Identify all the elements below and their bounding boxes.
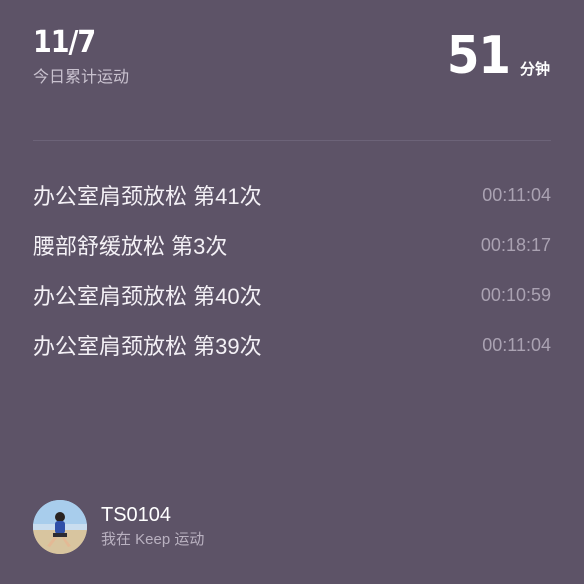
share-card: 11/7 今日累计运动 51 分钟 办公室肩颈放松 第41次 00:11:04 … — [0, 0, 584, 584]
username: TS0104 — [101, 504, 172, 526]
workout-name: 办公室肩颈放松 第40次 — [33, 284, 262, 309]
workout-duration: 00:11:04 — [482, 334, 551, 355]
workout-name: 办公室肩颈放松 第41次 — [33, 184, 262, 209]
workout-row: 办公室肩颈放松 第39次 00:11:04 — [33, 320, 551, 370]
date-label: 11/7 — [33, 25, 96, 60]
divider — [33, 140, 551, 141]
workout-name: 腰部舒缓放松 第3次 — [33, 234, 228, 259]
workout-row: 办公室肩颈放松 第41次 00:11:04 — [33, 170, 551, 220]
profile-caption: 我在 Keep 运动 — [101, 531, 205, 548]
user-profile: TS0104 我在 Keep 运动 — [33, 500, 204, 554]
avatar-photo — [33, 500, 87, 554]
avatar — [33, 500, 87, 554]
workout-row: 腰部舒缓放松 第3次 00:18:17 — [33, 220, 551, 270]
workout-row: 办公室肩颈放松 第40次 00:10:59 — [33, 270, 551, 320]
workout-name: 办公室肩颈放松 第39次 — [33, 334, 262, 359]
total-duration-value: 51 — [446, 26, 511, 86]
workout-duration: 00:11:04 — [482, 184, 551, 205]
daily-summary-subtitle: 今日累计运动 — [33, 69, 130, 86]
workout-list: 办公室肩颈放松 第41次 00:11:04 腰部舒缓放松 第3次 00:18:1… — [33, 170, 551, 370]
workout-duration: 00:18:17 — [480, 234, 551, 255]
total-duration-unit: 分钟 — [519, 61, 550, 78]
workout-duration: 00:10:59 — [480, 284, 551, 305]
total-duration: 51 分钟 — [447, 28, 550, 84]
